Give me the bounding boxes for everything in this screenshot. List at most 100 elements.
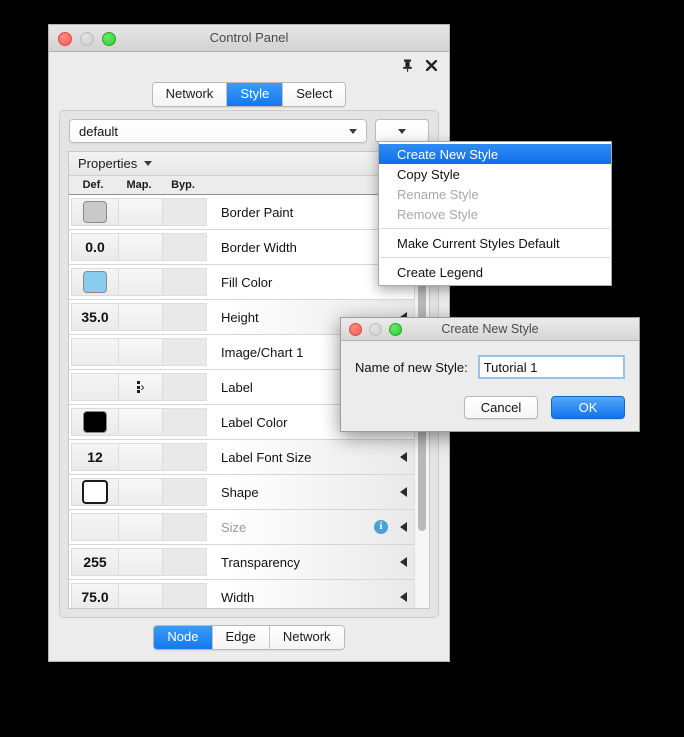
cell-default-value[interactable]: 75.0 xyxy=(71,583,119,608)
cell-mapping[interactable] xyxy=(119,583,163,608)
cell-default-value[interactable]: 12 xyxy=(71,443,119,471)
cell-bypass[interactable] xyxy=(163,548,207,576)
table-row[interactable]: Fill Color xyxy=(69,265,415,300)
table-row[interactable]: 0.0 Border Width xyxy=(69,230,415,265)
table-row[interactable]: 12 Label Font Size xyxy=(69,440,415,475)
cell-bypass[interactable] xyxy=(163,478,207,506)
window-title: Control Panel xyxy=(49,25,449,51)
cell-mapping[interactable] xyxy=(119,198,163,226)
cell-bypass[interactable] xyxy=(163,268,207,296)
cell-bypass[interactable] xyxy=(163,408,207,436)
cell-mapping[interactable] xyxy=(119,478,163,506)
cell-mapping[interactable] xyxy=(119,548,163,576)
info-icon[interactable]: i xyxy=(374,520,388,534)
cell-mapping[interactable] xyxy=(119,268,163,296)
property-name: Border Width xyxy=(221,240,297,255)
table-row[interactable]: 75.0Width xyxy=(69,580,415,608)
tab-network[interactable]: Network xyxy=(153,83,228,106)
style-name-input[interactable]: Tutorial 1 xyxy=(478,355,625,379)
cell-bypass[interactable] xyxy=(163,303,207,331)
cell-default-value[interactable]: 255 xyxy=(71,548,119,576)
style-options-menu-button[interactable] xyxy=(375,119,429,143)
cell-default-value[interactable] xyxy=(71,408,119,436)
cell-mapping[interactable] xyxy=(119,443,163,471)
tab-network-bottom[interactable]: Network xyxy=(270,626,344,649)
default-value-text: 0.0 xyxy=(85,239,104,255)
cancel-button[interactable]: Cancel xyxy=(464,396,538,419)
cell-bypass[interactable] xyxy=(163,443,207,471)
default-value-text: 35.0 xyxy=(81,309,108,325)
cell-bypass[interactable] xyxy=(163,373,207,401)
style-select-value: default xyxy=(79,124,118,139)
column-header-map: Map. xyxy=(117,179,161,191)
menu-separator xyxy=(380,257,610,258)
menu-item[interactable]: Create Legend xyxy=(379,262,611,282)
chevron-down-icon xyxy=(144,161,152,166)
property-name: Height xyxy=(221,310,259,325)
color-swatch[interactable] xyxy=(83,411,107,433)
cell-default-value[interactable]: 35.0 xyxy=(71,303,119,331)
cell-default-value[interactable] xyxy=(71,373,119,401)
color-swatch[interactable] xyxy=(83,201,107,223)
table-row[interactable]: Shape xyxy=(69,475,415,510)
tab-edge[interactable]: Edge xyxy=(213,626,270,649)
cell-default-value[interactable] xyxy=(71,198,119,226)
cell-mapping[interactable] xyxy=(119,408,163,436)
default-value-text: 12 xyxy=(87,449,103,465)
properties-column-headers: Def. Map. Byp. xyxy=(69,176,429,195)
chevron-left-icon[interactable] xyxy=(400,452,407,462)
chevron-left-icon[interactable] xyxy=(400,592,407,602)
cell-default-value[interactable] xyxy=(71,478,119,506)
cell-default-value[interactable] xyxy=(71,338,119,366)
properties-header-label: Properties xyxy=(78,156,137,171)
chevron-left-icon[interactable] xyxy=(400,522,407,532)
dialog-button-row: Cancel OK xyxy=(355,396,625,419)
cell-bypass[interactable] xyxy=(163,233,207,261)
column-header-def: Def. xyxy=(69,179,117,191)
table-row[interactable]: 255 Transparency xyxy=(69,545,415,580)
cell-bypass[interactable] xyxy=(163,198,207,226)
cell-default-value[interactable]: 0.0 xyxy=(71,233,119,261)
table-row[interactable]: Border Paint xyxy=(69,195,415,230)
menu-item[interactable]: Copy Style xyxy=(379,164,611,184)
close-icon[interactable] xyxy=(424,56,439,74)
tab-select[interactable]: Select xyxy=(283,83,345,106)
shape-swatch[interactable] xyxy=(82,480,108,504)
style-name-field-row: Name of new Style: Tutorial 1 xyxy=(355,355,625,379)
main-tab-group: Network Style Select xyxy=(152,82,347,107)
cell-mapping[interactable] xyxy=(119,338,163,366)
tab-node[interactable]: Node xyxy=(154,626,212,649)
property-name: Size xyxy=(221,520,246,535)
cell-bypass[interactable] xyxy=(163,338,207,366)
cell-bypass[interactable] xyxy=(163,583,207,608)
property-name: Image/Chart 1 xyxy=(221,345,303,360)
chevron-down-icon xyxy=(398,129,406,134)
cell-bypass[interactable] xyxy=(163,513,207,541)
menu-separator xyxy=(380,228,610,229)
property-name: Label Color xyxy=(221,415,288,430)
chevron-left-icon[interactable] xyxy=(400,487,407,497)
cell-default-value[interactable] xyxy=(71,268,119,296)
style-select-dropdown[interactable]: default xyxy=(69,119,367,143)
properties-header[interactable]: Properties xyxy=(69,152,429,176)
menu-item[interactable]: Create New Style xyxy=(379,144,611,164)
cell-mapping[interactable] xyxy=(119,303,163,331)
cell-default-value[interactable] xyxy=(71,513,119,541)
property-name: Border Paint xyxy=(221,205,293,220)
cell-mapping[interactable]: › xyxy=(119,373,163,401)
property-name: Fill Color xyxy=(221,275,272,290)
pushpin-icon[interactable] xyxy=(400,56,415,74)
chevron-down-icon xyxy=(349,129,357,134)
menu-item: Remove Style xyxy=(379,204,611,224)
cell-mapping[interactable] xyxy=(119,233,163,261)
cell-mapping[interactable] xyxy=(119,513,163,541)
table-row[interactable]: Size i xyxy=(69,510,415,545)
chevron-left-icon[interactable] xyxy=(400,557,407,567)
color-swatch[interactable] xyxy=(83,271,107,293)
property-name: Label Font Size xyxy=(221,450,311,465)
mapping-icon: › xyxy=(137,381,145,393)
tab-style[interactable]: Style xyxy=(227,83,283,106)
menu-item[interactable]: Make Current Styles Default xyxy=(379,233,611,253)
property-name: Transparency xyxy=(221,555,300,570)
ok-button[interactable]: OK xyxy=(551,396,625,419)
